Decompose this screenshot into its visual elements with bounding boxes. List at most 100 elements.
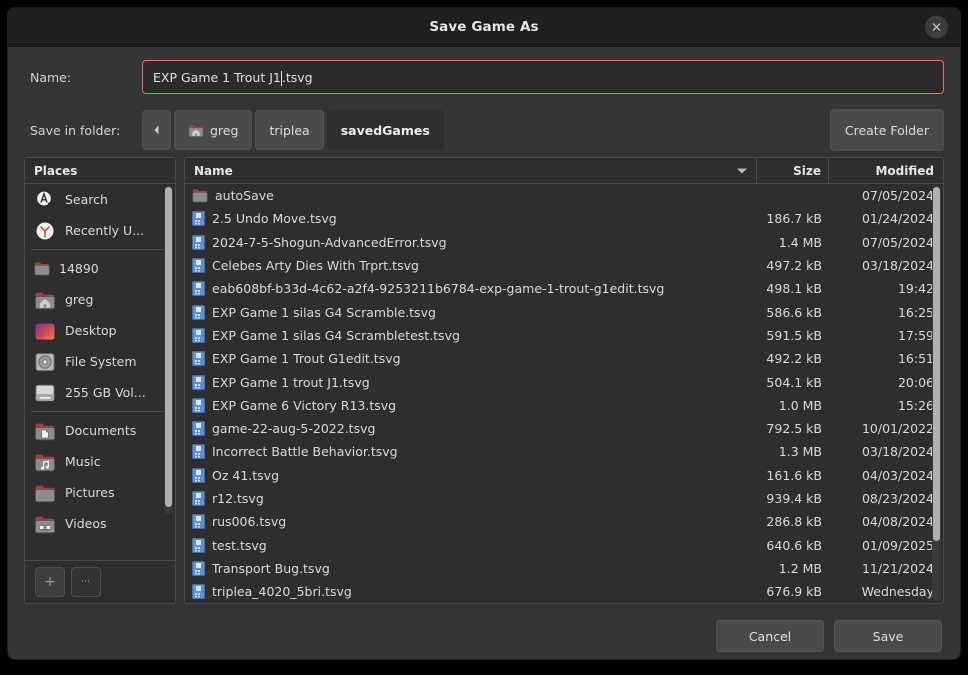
file-name-cell: Incorrect Battle Behavior.tsvg [185, 444, 758, 460]
name-label: Name: [30, 69, 72, 85]
close-icon[interactable] [925, 15, 948, 39]
file-list-header: Name Size Modified [185, 158, 943, 184]
file-icon [192, 211, 205, 227]
file-name-label: 2024-7-5-Shogun-AdvancedError.tsvg [212, 234, 447, 250]
sidebar-item-label: Videos [65, 516, 107, 531]
sidebar-item-label: 255 GB Vol... [65, 385, 146, 400]
file-list-pane: Name Size Modified autoSave 07/05/2024 2.5… [184, 157, 944, 605]
file-icon [192, 537, 205, 553]
page-title: Save Game As [429, 19, 539, 35]
music-folder-icon [34, 451, 56, 473]
file-size-cell: 492.2 kB [766, 351, 822, 367]
column-header-modified-label: Modified [875, 163, 934, 178]
breadcrumb-item-triplea[interactable]: triplea [255, 110, 324, 150]
file-modified-cell: 19:42 [897, 281, 934, 297]
file-modified-cell: 15:26 [897, 397, 934, 413]
file-size-cell: 497.2 kB [766, 258, 822, 274]
cancel-button[interactable]: Cancel [716, 620, 824, 653]
table-row[interactable]: Transport Bug.tsvg 1.2 MB 11/21/2024 [185, 557, 943, 580]
file-modified-cell: 16:25 [897, 304, 934, 320]
sidebar-item-videos[interactable]: Videos [25, 508, 175, 539]
home-folder-glyph [188, 124, 204, 137]
file-rows: autoSave 07/05/2024 2.5 Undo Move.tsvg 186.… [185, 184, 943, 603]
sidebar-item-documents[interactable]: Documents [25, 415, 175, 446]
file-modified-cell: 07/05/2024 [861, 188, 934, 204]
places-header: Places [25, 158, 175, 184]
file-modified-cell: 04/08/2024 [861, 514, 934, 530]
table-row[interactable]: EXP Game 1 silas G4 Scramble.tsvg 586.6 k… [185, 300, 943, 323]
table-row[interactable]: 2.5 Undo Move.tsvg 186.7 kB 01/24/2024 [185, 207, 943, 230]
file-size-cell: 676.9 kB [766, 584, 822, 600]
file-list-scrollbar[interactable] [932, 186, 941, 602]
dialog-body: Name: EXP Game 1 Trout J1 .tsvg Save in f… [8, 47, 960, 608]
sidebar-item-label: Search [65, 192, 108, 207]
save-button[interactable]: Save [834, 620, 942, 653]
file-icon [192, 397, 205, 413]
pictures-folder-icon [34, 482, 56, 504]
places-divider [31, 411, 169, 412]
table-row[interactable]: Incorrect Battle Behavior.tsvg 1.3 MB 03/1… [185, 440, 943, 463]
file-name-cell: r12.tsvg [185, 491, 758, 506]
file-icon [192, 560, 205, 576]
file-size-cell: 1.3 MB [778, 444, 822, 460]
more-places-button[interactable]: ⋯ [71, 567, 101, 598]
file-modified-cell: 01/09/2025 [861, 537, 934, 553]
sidebar-item-label: Desktop [65, 323, 117, 338]
name-input-text-after: .tsvg [281, 69, 313, 85]
breadcrumb-item-greg[interactable]: greg [174, 110, 253, 150]
panes: Places Search Recently U... 14890 greg Deskt… [24, 157, 944, 608]
drive-icon [34, 382, 56, 404]
sidebar-item-greg[interactable]: greg [25, 284, 175, 315]
table-row[interactable]: 2024-7-5-Shogun-AdvancedError.tsvg 1.4 MB… [185, 231, 943, 254]
column-header-name-label: Name [194, 163, 233, 178]
file-name-cell: eab608bf-b33d-4c62-a2f4-9253211b6784-exp… [185, 281, 758, 297]
table-row[interactable]: EXP Game 1 silas G4 Scrambletest.tsvg 591… [185, 324, 943, 347]
places-scrollbar-thumb[interactable] [165, 187, 172, 507]
text-caret [280, 70, 282, 86]
sidebar-item-search[interactable]: Search [25, 184, 175, 215]
sidebar-item-pictures[interactable]: Pictures [25, 477, 175, 508]
file-size-cell: 286.8 kB [766, 514, 822, 530]
table-row[interactable]: game-22-aug-5-2022.tsvg 792.5 kB 10/01/202… [185, 417, 943, 440]
file-icon [192, 491, 205, 506]
folder-icon [34, 262, 50, 276]
sidebar-item-recently-u[interactable]: Recently U... [25, 215, 175, 246]
file-modified-cell: 04/03/2024 [861, 467, 934, 483]
name-input[interactable]: EXP Game 1 Trout J1 .tsvg [142, 60, 944, 94]
places-scrollbar[interactable] [164, 186, 173, 514]
table-row[interactable]: Oz 41.tsvg 161.6 kB 04/03/2024 [185, 464, 943, 487]
column-header-size[interactable]: Size [757, 158, 829, 183]
create-folder-button[interactable]: Create Folder [829, 109, 944, 151]
sidebar-item-file-system[interactable]: File System [25, 346, 175, 377]
file-size-cell: 186.7 kB [766, 211, 822, 227]
add-place-button[interactable]: + [35, 567, 65, 598]
file-name-label: r12.tsvg [212, 491, 264, 506]
file-name-label: Transport Bug.tsvg [212, 560, 330, 576]
table-row[interactable]: rus006.tsvg 286.8 kB 04/08/2024 [185, 510, 943, 533]
file-name-cell: 2.5 Undo Move.tsvg [185, 211, 758, 227]
file-name-label: game-22-aug-5-2022.tsvg [212, 421, 376, 437]
table-row[interactable]: eab608bf-b33d-4c62-a2f4-9253211b6784-exp… [185, 277, 943, 300]
column-header-modified[interactable]: Modified [829, 158, 943, 183]
sidebar-item-255-gb-vol[interactable]: 255 GB Vol... [25, 377, 175, 408]
breadcrumb-item-savedgames[interactable]: savedGames [326, 110, 444, 150]
table-row[interactable]: triplea_4020_5bri.tsvg 676.9 kB Wednesday [185, 580, 943, 603]
sidebar-item-music[interactable]: Music [25, 446, 175, 477]
table-row[interactable]: autoSave 07/05/2024 [185, 184, 943, 207]
table-row[interactable]: test.tsvg 640.6 kB 01/09/2025 [185, 533, 943, 556]
table-row[interactable]: r12.tsvg 939.4 kB 08/23/2024 [185, 487, 943, 510]
column-header-size-label: Size [793, 163, 821, 178]
file-icon [192, 351, 205, 367]
table-row[interactable]: Celebes Arty Dies With Trprt.tsvg 497.2 k… [185, 254, 943, 277]
table-row[interactable]: EXP Game 1 Trout G1edit.tsvg 492.2 kB 16:5… [185, 347, 943, 370]
sidebar-item-desktop[interactable]: Desktop [25, 315, 175, 346]
sort-descending-icon [737, 168, 747, 173]
breadcrumb-back-button[interactable] [142, 110, 171, 150]
sidebar-item-14890[interactable]: 14890 [25, 253, 175, 284]
column-header-name[interactable]: Name [185, 158, 757, 183]
table-row[interactable]: EXP Game 6 Victory R13.tsvg 1.0 MB 15:26 [185, 394, 943, 417]
table-row[interactable]: EXP Game 1 trout J1.tsvg 504.1 kB 20:06 [185, 370, 943, 393]
file-name-cell: Transport Bug.tsvg [185, 560, 758, 576]
file-modified-cell: 01/24/2024 [861, 211, 934, 227]
file-list-scrollbar-thumb[interactable] [933, 187, 940, 541]
